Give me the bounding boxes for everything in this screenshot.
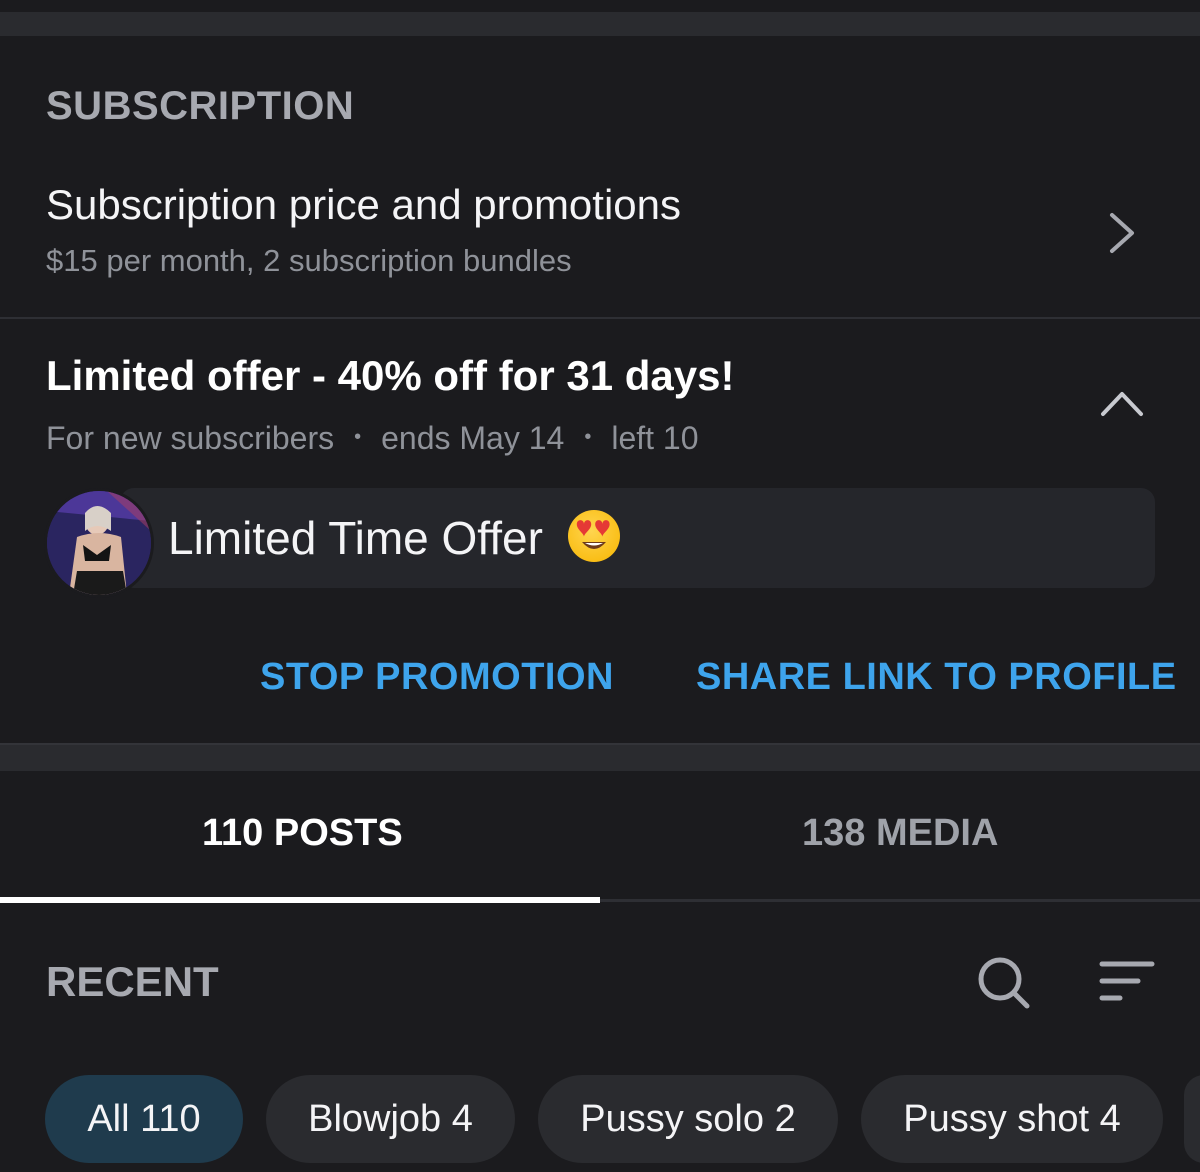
sort-icon[interactable] — [1098, 958, 1156, 1006]
divider — [0, 317, 1200, 319]
filter-chip-pussy-solo[interactable]: Pussy solo 2 — [538, 1075, 838, 1163]
filter-chip-blowjob[interactable]: Blowjob 4 — [266, 1075, 515, 1163]
subscription-row-title: Subscription price and promotions — [46, 181, 682, 228]
offer-audience: For new subscribers — [46, 420, 335, 456]
share-link-button[interactable]: SHARE LINK TO PROFILE — [696, 656, 1177, 699]
recent-title: RECENT — [46, 958, 219, 1005]
separator-dot: • — [354, 426, 362, 448]
top-band — [0, 0, 1200, 12]
filter-chip-all[interactable]: All 110 — [45, 1075, 243, 1163]
filter-chip-pussy-shot[interactable]: Pussy shot 4 — [861, 1075, 1163, 1163]
avatar-image — [47, 491, 151, 595]
chevron-right-icon — [1110, 213, 1134, 253]
tab-media[interactable]: 138 MEDIA — [802, 812, 998, 855]
heart-eyes-emoji-icon — [567, 510, 620, 562]
offer-ends: ends May 14 — [381, 420, 565, 456]
offer-left: left 10 — [611, 420, 699, 456]
stop-promotion-button[interactable]: STOP PROMOTION — [260, 656, 614, 699]
section-separator — [0, 12, 1200, 36]
subscription-row-subtitle: $15 per month, 2 subscription bundles — [46, 243, 572, 278]
tab-posts[interactable]: 110 POSTS — [202, 812, 403, 855]
subscription-price-row[interactable]: Subscription price and promotions $15 pe… — [0, 165, 1200, 315]
filter-chip-partial[interactable] — [1184, 1075, 1200, 1163]
avatar — [44, 488, 154, 598]
section-separator — [0, 743, 1200, 771]
chevron-up-icon[interactable] — [1099, 388, 1145, 418]
search-icon[interactable] — [976, 955, 1032, 1011]
offer-message-text: Limited Time Offer — [168, 512, 543, 564]
section-title: SUBSCRIPTION — [46, 84, 355, 128]
active-tab-indicator — [0, 897, 600, 903]
offer-title: Limited offer - 40% off for 31 days! — [46, 352, 735, 399]
offer-message: Limited Time Offer — [168, 510, 620, 565]
offer-meta: For new subscribers • ends May 14 • left 10 — [46, 420, 699, 457]
separator-dot: • — [584, 426, 592, 448]
